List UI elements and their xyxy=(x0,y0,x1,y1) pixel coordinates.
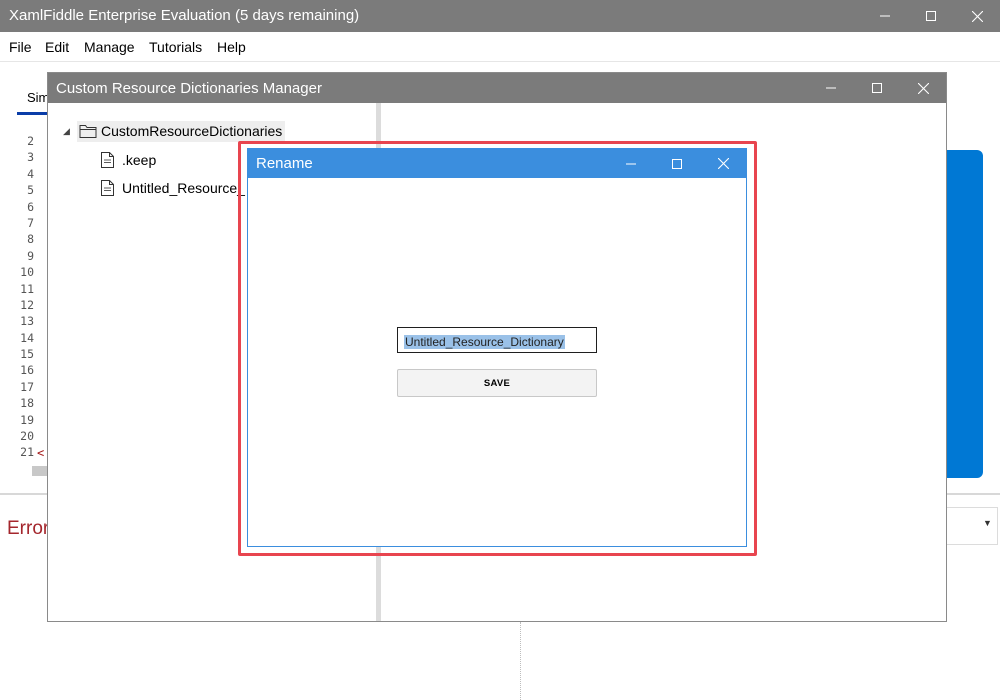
dropdown-arrow-icon: ▼ xyxy=(983,518,992,528)
close-icon xyxy=(917,82,929,94)
line-number: 3 xyxy=(27,150,34,165)
folder-icon xyxy=(79,125,97,138)
tree-item-keep[interactable]: .keep xyxy=(122,152,156,168)
manager-close-button[interactable] xyxy=(900,73,946,103)
line-number: 20 xyxy=(20,429,34,444)
close-icon xyxy=(971,10,983,22)
main-maximize-button[interactable] xyxy=(908,0,954,32)
file-icon xyxy=(101,152,114,168)
menu-file[interactable]: File xyxy=(9,39,32,55)
maximize-icon xyxy=(872,83,882,93)
line-number: 18 xyxy=(20,396,34,411)
pane-separator xyxy=(520,622,521,700)
minimize-icon xyxy=(826,87,836,89)
line-number: 4 xyxy=(27,166,34,181)
tree-root-node[interactable]: CustomResourceDictionaries xyxy=(77,121,286,142)
line-number: 7 xyxy=(27,215,34,230)
file-icon xyxy=(101,180,114,196)
line-number: 5 xyxy=(27,183,34,198)
editor-horizontal-scrollbar[interactable] xyxy=(32,466,48,476)
line-numbers: 2 3 4 5 6 7 8 9 10 11 12 13 14 15 16 17 … xyxy=(14,133,34,461)
line-number: 8 xyxy=(27,232,34,247)
code-fragment: < xyxy=(37,446,45,460)
menu-manage[interactable]: Manage xyxy=(84,39,135,55)
expand-arrow-icon[interactable]: ◢ xyxy=(63,126,70,137)
line-number: 9 xyxy=(27,248,34,263)
menu-tutorials[interactable]: Tutorials xyxy=(149,39,202,55)
main-close-button[interactable] xyxy=(954,0,1000,32)
line-number: 10 xyxy=(20,265,34,280)
tree-item-untitled-resource[interactable]: Untitled_Resource_ xyxy=(122,180,245,196)
line-number: 17 xyxy=(20,379,34,394)
menu-edit[interactable]: Edit xyxy=(45,39,69,55)
annotation-highlight xyxy=(238,141,757,556)
main-window-title: XamlFiddle Enterprise Evaluation (5 days… xyxy=(9,7,360,24)
main-minimize-button[interactable] xyxy=(862,0,908,32)
manager-maximize-button[interactable] xyxy=(854,73,900,103)
line-number: 2 xyxy=(27,134,34,148)
line-number: 12 xyxy=(20,297,34,312)
menu-help[interactable]: Help xyxy=(217,39,246,55)
line-number: 14 xyxy=(20,330,34,345)
preview-panel xyxy=(944,150,983,478)
line-number: 16 xyxy=(20,363,34,378)
line-number: 6 xyxy=(27,199,34,214)
line-number: 19 xyxy=(20,412,34,427)
line-number: 11 xyxy=(20,281,34,296)
line-number: 13 xyxy=(20,314,34,329)
line-number: 15 xyxy=(20,347,34,362)
line-number: 21 xyxy=(20,445,34,460)
manager-minimize-button[interactable] xyxy=(808,73,854,103)
errors-heading: Error xyxy=(7,518,50,539)
minimize-icon xyxy=(880,15,890,17)
resource-manager-title: Custom Resource Dictionaries Manager xyxy=(56,80,322,97)
maximize-icon xyxy=(926,11,936,21)
